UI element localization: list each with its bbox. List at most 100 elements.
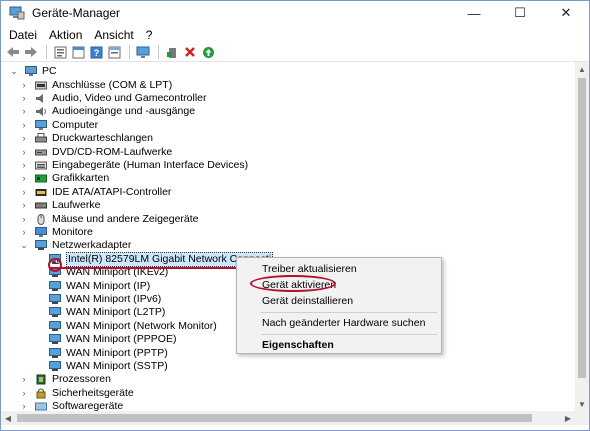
tree-category-prozessoren[interactable]: › Prozessoren bbox=[19, 373, 111, 386]
ctx-scan-hardware[interactable]: Nach geänderter Hardware suchen bbox=[237, 315, 441, 331]
menu-ansicht[interactable]: Ansicht bbox=[88, 28, 139, 42]
tree-category-anschlüsse-com-lpt[interactable]: › Anschlüsse (COM & LPT) bbox=[19, 78, 173, 91]
expand-open-icon[interactable]: ⌄ bbox=[9, 66, 19, 77]
expand-collapsed-icon[interactable]: › bbox=[19, 147, 29, 157]
show-hidden-icon[interactable] bbox=[70, 45, 86, 59]
menu-datei[interactable]: Datei bbox=[3, 28, 43, 42]
properties-sheet-icon[interactable] bbox=[52, 45, 68, 59]
horizontal-scrollbar[interactable]: ◀ ▶ bbox=[1, 411, 575, 425]
tree-network-wan-miniport-l2tp[interactable]: WAN Miniport (L2TP) bbox=[33, 306, 165, 319]
annotation-ellipse bbox=[250, 275, 336, 292]
tree-category-ide-ata-atapi-controller[interactable]: › IDE ATA/ATAPI-Controller bbox=[19, 186, 172, 199]
tree-category-eingabegeräte-human-interface-devices[interactable]: › Eingabegeräte (Human Interface Devices) bbox=[19, 158, 249, 172]
tree-network-wan-miniport-pptp[interactable]: WAN Miniport (PPTP) bbox=[33, 346, 168, 359]
expand-open-icon[interactable]: ⌄ bbox=[19, 240, 29, 251]
maximize-button[interactable]: ☐ bbox=[497, 1, 543, 25]
forward-arrow-icon[interactable] bbox=[23, 45, 39, 59]
tree-network-wan-miniport-pppoe-label: WAN Miniport (PPPOE) bbox=[66, 333, 177, 346]
expand-collapsed-icon[interactable]: › bbox=[19, 106, 29, 117]
close-button[interactable]: ✕ bbox=[543, 1, 589, 25]
tree-category-druckwarteschlangen[interactable]: › Druckwarteschlangen bbox=[19, 132, 153, 145]
tree-category-dvd-cd-rom-laufwerke[interactable]: › DVD/CD-ROM-Laufwerke bbox=[19, 145, 173, 158]
tree-root-pc[interactable]: ⌄ PC bbox=[9, 65, 56, 78]
ctx-update-driver[interactable]: Treiber aktualisieren bbox=[237, 261, 441, 277]
pc-icon bbox=[25, 66, 37, 77]
tree-category-eingabegeräte-human-interface-devices-label: Eingabegeräte (Human Interface Devices) bbox=[52, 158, 249, 171]
vertical-scrollbar[interactable]: ▲ ▼ bbox=[575, 62, 589, 411]
ctx-properties[interactable]: Eigenschaften bbox=[237, 337, 441, 353]
ctx-uninstall-device[interactable]: Gerät deinstallieren bbox=[237, 293, 441, 309]
menu-help[interactable]: ? bbox=[140, 28, 159, 42]
monitor-scan-icon[interactable] bbox=[135, 45, 151, 59]
details-icon[interactable] bbox=[106, 45, 122, 59]
title-bar[interactable]: Geräte-Manager — ☐ ✕ bbox=[1, 1, 589, 25]
tree-network-wan-miniport-sstp[interactable]: WAN Miniport (SSTP) bbox=[33, 360, 168, 373]
expand-collapsed-icon[interactable]: › bbox=[19, 173, 29, 184]
network-adapter-icon bbox=[49, 334, 61, 345]
network-adapter-icon bbox=[35, 240, 47, 251]
back-arrow-icon[interactable] bbox=[5, 45, 21, 59]
uninstall-x-icon[interactable] bbox=[182, 45, 198, 59]
tree-network-wan-miniport-ip[interactable]: WAN Miniport (IP) bbox=[33, 279, 150, 292]
expand-collapsed-icon[interactable]: › bbox=[19, 120, 29, 130]
tree-category-mäuse-und-andere-zeigegeräte[interactable]: › Mäuse und andere Zeigegeräte bbox=[19, 212, 199, 225]
expand-collapsed-icon[interactable]: › bbox=[19, 388, 29, 398]
scroll-down-icon[interactable]: ▼ bbox=[575, 397, 589, 411]
expand-collapsed-icon[interactable]: › bbox=[19, 80, 29, 90]
tree-category-grafikkarten-label: Grafikkarten bbox=[52, 172, 110, 185]
disk-drive-icon bbox=[35, 200, 47, 211]
network-adapter-icon bbox=[49, 360, 61, 372]
tree-category-mäuse-und-andere-zeigegeräte-label: Mäuse und andere Zeigegeräte bbox=[52, 212, 199, 225]
menu-aktion[interactable]: Aktion bbox=[43, 28, 88, 42]
device-manager-window: Geräte-Manager — ☐ ✕ Datei Aktion Ansich… bbox=[0, 0, 590, 431]
horizontal-scroll-thumb[interactable] bbox=[17, 414, 532, 422]
add-driver-icon[interactable] bbox=[164, 45, 180, 59]
device-manager-app-icon bbox=[9, 5, 25, 21]
device-tree[interactable]: ⌄ PC › Anschlüsse (COM & LPT) › Audio, Vide… bbox=[1, 62, 575, 411]
tree-category-softwaregeräte-label: Softwaregeräte bbox=[52, 400, 124, 411]
tree-network-wan-miniport-network-monitor-label: WAN Miniport (Network Monitor) bbox=[66, 319, 217, 332]
network-adapter-icon bbox=[49, 347, 61, 359]
expand-collapsed-icon[interactable]: › bbox=[19, 200, 29, 211]
toolbar-separator bbox=[129, 45, 130, 59]
tree-category-audioeingänge-und-ausgänge[interactable]: › Audioeingänge und -ausgänge bbox=[19, 105, 196, 118]
audio-io-icon bbox=[35, 106, 47, 117]
scroll-right-icon[interactable]: ▶ bbox=[561, 411, 575, 425]
toolbar-separator bbox=[46, 45, 47, 59]
expand-collapsed-icon[interactable]: › bbox=[19, 401, 29, 411]
menu-bar: Datei Aktion Ansicht ? bbox=[1, 25, 589, 44]
tree-network-wan-miniport-network-monitor[interactable]: WAN Miniport (Network Monitor) bbox=[33, 320, 217, 333]
expand-collapsed-icon[interactable]: › bbox=[19, 227, 29, 237]
port-icon bbox=[35, 80, 47, 91]
scroll-up-icon[interactable]: ▲ bbox=[575, 62, 589, 76]
tree-category-monitore[interactable]: › Monitore bbox=[19, 226, 93, 239]
tree-category-sicherheitsgeräte[interactable]: › Sicherheitsgeräte bbox=[19, 387, 134, 400]
tree-network-wan-miniport-ipv6-label: WAN Miniport (IPv6) bbox=[66, 292, 162, 305]
tree-category-audio-video-und-gamecontroller[interactable]: › Audio, Video und Gamecontroller bbox=[19, 92, 207, 105]
tree-network-wan-miniport-pptp-label: WAN Miniport (PPTP) bbox=[66, 346, 168, 359]
tree-category-computer[interactable]: › Computer bbox=[19, 119, 99, 132]
tree-category-monitore-label: Monitore bbox=[52, 225, 93, 238]
expand-collapsed-icon[interactable]: › bbox=[19, 214, 29, 224]
expand-collapsed-icon[interactable]: › bbox=[19, 160, 29, 170]
tree-category-grafikkarten[interactable]: › Grafikkarten bbox=[19, 172, 110, 185]
expand-collapsed-icon[interactable]: › bbox=[19, 374, 29, 385]
minimize-button[interactable]: — bbox=[451, 1, 497, 25]
scroll-left-icon[interactable]: ◀ bbox=[1, 411, 15, 425]
tree-category-laufwerke[interactable]: › Laufwerke bbox=[19, 199, 101, 212]
update-driver-icon[interactable] bbox=[200, 45, 216, 59]
vertical-scroll-thumb[interactable] bbox=[578, 78, 586, 378]
tree-network-wan-miniport-ipv6[interactable]: WAN Miniport (IPv6) bbox=[33, 293, 161, 306]
expand-collapsed-icon[interactable]: › bbox=[19, 133, 29, 144]
tree-category-audioeingänge-und-ausgänge-label: Audioeingänge und -ausgänge bbox=[52, 105, 196, 118]
tree-network-wan-miniport-pppoe[interactable]: WAN Miniport (PPPOE) bbox=[33, 333, 176, 346]
expand-collapsed-icon[interactable]: › bbox=[19, 93, 29, 103]
expand-collapsed-icon[interactable]: › bbox=[19, 187, 29, 197]
tree-category-softwaregeräte[interactable]: › Softwaregeräte bbox=[19, 400, 124, 411]
help-icon[interactable]: ? bbox=[88, 45, 104, 59]
tree-category-netzwerkadapter[interactable]: ⌄ Netzwerkadapter bbox=[19, 239, 131, 252]
monitor-icon bbox=[35, 226, 47, 238]
